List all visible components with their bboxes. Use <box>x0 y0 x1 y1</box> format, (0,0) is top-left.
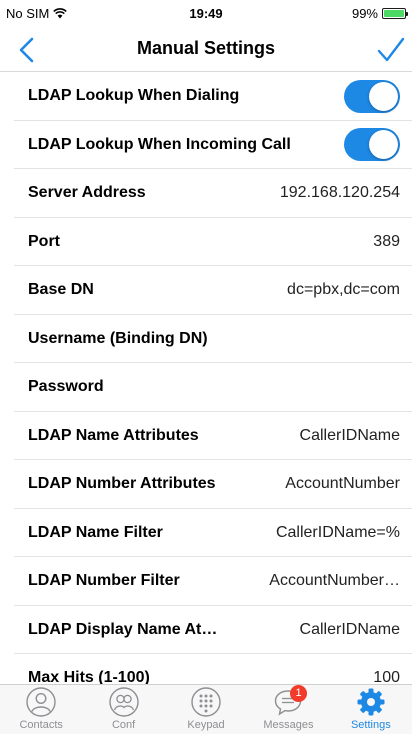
ldap-display-name-value[interactable]: CallerIDName <box>217 621 400 639</box>
settings-list: LDAP Lookup When Dialing LDAP Lookup Whe… <box>0 72 412 684</box>
toggle-knob <box>369 130 398 160</box>
battery-icon <box>382 8 408 19</box>
setting-label: Max Hits (1-100) <box>28 669 150 684</box>
setting-label: LDAP Name Filter <box>28 523 163 541</box>
tab-keypad[interactable]: Keypad <box>165 685 247 734</box>
battery-group: 99% <box>351 6 408 21</box>
setting-label: LDAP Lookup When Dialing <box>28 87 240 105</box>
keypad-icon <box>191 687 221 717</box>
setting-row-port[interactable]: Port 389 <box>0 218 412 267</box>
base-dn-value[interactable]: dc=pbx,dc=com <box>94 281 400 299</box>
tab-label: Contacts <box>19 719 63 731</box>
unread-badge: 1 <box>290 685 308 702</box>
tab-contacts[interactable]: Contacts <box>0 685 82 734</box>
ldap-name-filter-value[interactable]: CallerIDName=% <box>163 524 400 542</box>
setting-label: Password <box>28 378 104 396</box>
setting-label: Base DN <box>28 281 94 299</box>
setting-row-ldap-number-attributes[interactable]: LDAP Number Attributes AccountNumber <box>0 460 412 509</box>
tab-label: Messages <box>263 719 314 731</box>
setting-label: LDAP Name Attributes <box>28 426 199 444</box>
setting-row-password[interactable]: Password <box>0 363 412 412</box>
setting-label: Server Address <box>28 184 146 202</box>
setting-label: LDAP Number Attributes <box>28 475 216 493</box>
ldap-number-attributes-value[interactable]: AccountNumber <box>216 475 400 493</box>
conference-icon <box>108 687 139 717</box>
port-value[interactable]: 389 <box>60 233 400 251</box>
setting-label: LDAP Display Name At… <box>28 620 218 638</box>
tab-bar: Contacts Conf Keypad 1 Messages Settings <box>0 684 412 734</box>
setting-label: Username (Binding DN) <box>28 329 208 347</box>
tab-label: Settings <box>350 719 391 731</box>
battery-percent: 99% <box>351 6 378 21</box>
tab-label: Keypad <box>187 719 225 731</box>
tab-messages[interactable]: 1 Messages <box>247 685 329 734</box>
page-title: Manual Settings <box>136 38 275 58</box>
ldap-lookup-incoming-toggle[interactable] <box>344 128 400 162</box>
setting-label: LDAP Number Filter <box>28 572 180 590</box>
max-hits-value[interactable]: 100 <box>150 669 400 684</box>
setting-row-ldap-name-attributes[interactable]: LDAP Name Attributes CallerIDName <box>0 412 412 461</box>
setting-row-ldap-display-name[interactable]: LDAP Display Name At… CallerIDName <box>0 606 412 655</box>
setting-row-username[interactable]: Username (Binding DN) <box>0 315 412 364</box>
checkmark-icon[interactable] <box>374 34 406 66</box>
toggle-knob <box>369 81 398 111</box>
setting-row-ldap-number-filter[interactable]: LDAP Number Filter AccountNumber… <box>0 557 412 606</box>
ldap-name-attributes-value[interactable]: CallerIDName <box>199 427 400 445</box>
setting-row-ldap-name-filter[interactable]: LDAP Name Filter CallerIDName=% <box>0 509 412 558</box>
setting-row-ldap-lookup-dialing: LDAP Lookup When Dialing <box>0 72 412 121</box>
tab-conf[interactable]: Conf <box>82 685 164 734</box>
status-bar: No SIM 19:49 99% <box>0 0 412 28</box>
setting-row-max-hits[interactable]: Max Hits (1-100) 100 <box>0 654 412 684</box>
setting-row-base-dn[interactable]: Base DN dc=pbx,dc=com <box>0 266 412 315</box>
tab-settings[interactable]: Settings <box>330 685 412 734</box>
status-time: 19:49 <box>189 6 223 21</box>
setting-label: LDAP Lookup When Incoming Call <box>28 135 291 153</box>
setting-row-ldap-lookup-incoming: LDAP Lookup When Incoming Call <box>0 121 412 170</box>
ldap-number-filter-value[interactable]: AccountNumber… <box>180 572 400 590</box>
tab-label: Conf <box>111 719 136 731</box>
contacts-icon <box>26 687 56 717</box>
ldap-lookup-dialing-toggle[interactable] <box>344 79 400 113</box>
battery-fill <box>384 10 404 17</box>
settings-gear-icon <box>357 688 385 716</box>
server-address-value[interactable]: 192.168.120.254 <box>146 184 400 202</box>
navigation-bar: Manual Settings <box>0 28 412 72</box>
setting-label: Port <box>28 232 60 250</box>
setting-row-server-address[interactable]: Server Address 192.168.120.254 <box>0 169 412 218</box>
